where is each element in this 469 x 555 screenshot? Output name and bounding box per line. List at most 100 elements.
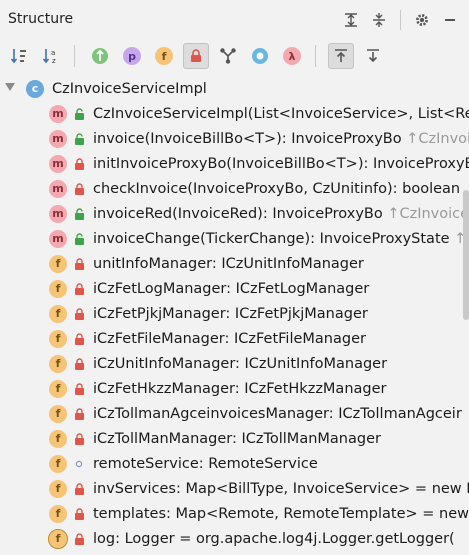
tree-item-field[interactable]: f log: Logger = org.apache.log4j.Logger.g…	[0, 526, 469, 551]
private-lock-icon	[73, 482, 85, 496]
root-class-label: CzInvoiceServiceImpl	[52, 80, 207, 97]
field-icon: f	[49, 304, 67, 323]
signature-text: templates: Map<Remote, RemoteTemplate> =…	[93, 505, 469, 522]
signature-text: iCzFetPjkjManager: ICzFetPjkjManager	[93, 305, 368, 322]
private-lock-icon	[73, 282, 85, 296]
private-lock-icon	[73, 357, 85, 371]
package-private-icon	[73, 457, 85, 471]
signature-text: invoiceRed(InvoiceRed): InvoiceProxyBo	[93, 205, 388, 222]
signature-text: checkInvoice(InvoiceProxyBo, CzUnitinfo)…	[93, 180, 461, 197]
expand-all-icon[interactable]	[340, 9, 362, 31]
signature-text: invoice(InvoiceBillBo<T>): InvoiceProxyB…	[93, 130, 407, 147]
field-icon: f	[49, 404, 67, 423]
method-icon: m	[49, 204, 67, 223]
tree-item-label: checkInvoice(InvoiceProxyBo, CzUnitinfo)…	[93, 181, 460, 197]
tree-item-label: remoteService: RemoteService	[93, 456, 318, 472]
private-lock-icon	[73, 532, 85, 546]
tree-item-label: invoice(InvoiceBillBo<T>): InvoiceProxyB…	[93, 131, 469, 147]
public-unlock-icon	[73, 207, 85, 221]
field-icon: f	[49, 329, 67, 348]
signature-text: iCzFetLogManager: ICzFetLogManager	[93, 280, 370, 297]
tree-item-label: invoiceRed(InvoiceRed): InvoiceProxyBo ↑…	[93, 206, 469, 222]
collapse-all-icon[interactable]	[368, 9, 390, 31]
signature-text: iCzFetHkzzManager: ICzFetHkzzManager	[93, 380, 387, 397]
toolbar-divider	[74, 45, 75, 67]
tree-item-field[interactable]: f iCzFetPjkjManager: ICzFetPjkjManager	[0, 301, 469, 326]
show-inherited-icon[interactable]	[87, 43, 113, 69]
method-icon: m	[49, 179, 67, 198]
method-icon: m	[49, 129, 67, 148]
tree-item-label: log: Logger = org.apache.log4j.Logger.ge…	[93, 531, 455, 547]
private-lock-icon	[73, 157, 85, 171]
sort-alphabetically-icon[interactable]: az	[38, 43, 64, 69]
tree-item-field[interactable]: f remoteService: RemoteService	[0, 451, 469, 476]
toolbar-divider-2	[315, 45, 316, 67]
override-hint: ↑CzInvoice	[387, 205, 469, 222]
public-unlock-icon	[73, 132, 85, 146]
show-anonymous-icon[interactable]	[215, 43, 241, 69]
autoscroll-to-source-icon[interactable]	[328, 43, 354, 69]
private-lock-icon	[73, 507, 85, 521]
tree-item-label: CzInvoiceServiceImpl(List<InvoiceService…	[93, 106, 469, 122]
field-icon: f	[49, 254, 67, 273]
tree-item-label: iCzUnitInfoManager: ICzUnitInfoManager	[93, 356, 387, 372]
private-lock-icon	[73, 407, 85, 421]
signature-text: remoteService: RemoteService	[93, 455, 318, 472]
signature-text: iCzTollManManager: ICzTollManManager	[93, 430, 381, 447]
tree-item-field[interactable]: f iCzFetLogManager: ICzFetLogManager	[0, 276, 469, 301]
field-icon: f	[49, 429, 67, 448]
show-properties-icon[interactable]: p	[119, 43, 145, 69]
show-lambdas-icon[interactable]	[247, 43, 273, 69]
show-non-public-icon[interactable]	[183, 43, 209, 69]
field-icon: f	[49, 379, 67, 398]
private-lock-icon	[73, 257, 85, 271]
private-lock-icon	[73, 307, 85, 321]
public-unlock-icon	[73, 232, 85, 246]
show-fields-icon[interactable]: f	[151, 43, 177, 69]
tree-item-field[interactable]: f templates: Map<Remote, RemoteTemplate> …	[0, 501, 469, 526]
lambda-icon[interactable]: λ	[279, 43, 305, 69]
tree-item-label: iCzFetFileManager: ICzFetFileManager	[93, 331, 366, 347]
tree-item-method[interactable]: m initInvoiceProxyBo(InvoiceBillBo<T>): I…	[0, 151, 469, 176]
public-unlock-icon	[73, 107, 85, 121]
class-icon: c	[26, 79, 44, 98]
tree-item-method[interactable]: m invoiceRed(InvoiceRed): InvoiceProxyBo …	[0, 201, 469, 226]
field-icon: f	[49, 279, 67, 298]
svg-text:z: z	[52, 57, 56, 65]
sort-by-visibility-icon[interactable]	[6, 43, 32, 69]
private-lock-icon	[73, 382, 85, 396]
gear-icon[interactable]	[411, 9, 433, 31]
tree-item-label: templates: Map<Remote, RemoteTemplate> =…	[93, 506, 469, 522]
tree-item-field[interactable]: f iCzFetFileManager: ICzFetFileManager	[0, 326, 469, 351]
private-lock-icon	[73, 182, 85, 196]
tree-item-method[interactable]: m invoiceChange(TickerChange): InvoicePro…	[0, 226, 469, 251]
minimize-icon[interactable]	[439, 9, 461, 31]
structure-tree: c CzInvoiceServiceImpl m CzInvoiceService…	[0, 76, 469, 555]
tree-item-label: iCzTollmanAgceinvoicesManager: ICzTollma…	[93, 406, 462, 422]
expand-arrow-icon[interactable]	[5, 83, 15, 91]
signature-text: initInvoiceProxyBo(InvoiceBillBo<T>): In…	[93, 155, 469, 172]
tree-item-field[interactable]: f iCzUnitInfoManager: ICzUnitInfoManager	[0, 351, 469, 376]
tree-item-field[interactable]: f unitInfoManager: ICzUnitInfoManager	[0, 251, 469, 276]
panel-title: Structure	[8, 11, 74, 27]
private-lock-icon	[73, 332, 85, 346]
tree-item-label: iCzFetPjkjManager: ICzFetPjkjManager	[93, 306, 368, 322]
tree-item-method[interactable]: m invoice(InvoiceBillBo<T>): InvoiceProxy…	[0, 126, 469, 151]
override-hint: ↑CzInvoic	[406, 130, 469, 147]
tree-item-label: iCzTollManManager: ICzTollManManager	[93, 431, 381, 447]
tree-item-method[interactable]: m checkInvoice(InvoiceProxyBo, CzUnitinfo…	[0, 176, 469, 201]
vertical-scrollbar[interactable]	[463, 190, 469, 320]
tree-item-field[interactable]: f iCzTollmanAgceinvoicesManager: ICzTollm…	[0, 401, 469, 426]
autoscroll-from-source-icon[interactable]	[360, 43, 386, 69]
tree-item-field[interactable]: f iCzFetHkzzManager: ICzFetHkzzManager	[0, 376, 469, 401]
signature-text: log: Logger = org.apache.log4j.Logger.ge…	[93, 530, 455, 547]
field-icon: f	[49, 454, 67, 473]
tree-item-label: invServices: Map<BillType, InvoiceServic…	[93, 481, 469, 497]
method-icon: m	[49, 154, 67, 173]
tree-item-field[interactable]: f invServices: Map<BillType, InvoiceServi…	[0, 476, 469, 501]
tree-item-method[interactable]: m CzInvoiceServiceImpl(List<InvoiceServic…	[0, 101, 469, 126]
tree-item-label: iCzFetLogManager: ICzFetLogManager	[93, 281, 369, 297]
tree-root-class[interactable]: c CzInvoiceServiceImpl	[0, 76, 469, 101]
signature-text: unitInfoManager: ICzUnitInfoManager	[93, 255, 364, 272]
tree-item-field[interactable]: f iCzTollManManager: ICzTollManManager	[0, 426, 469, 451]
